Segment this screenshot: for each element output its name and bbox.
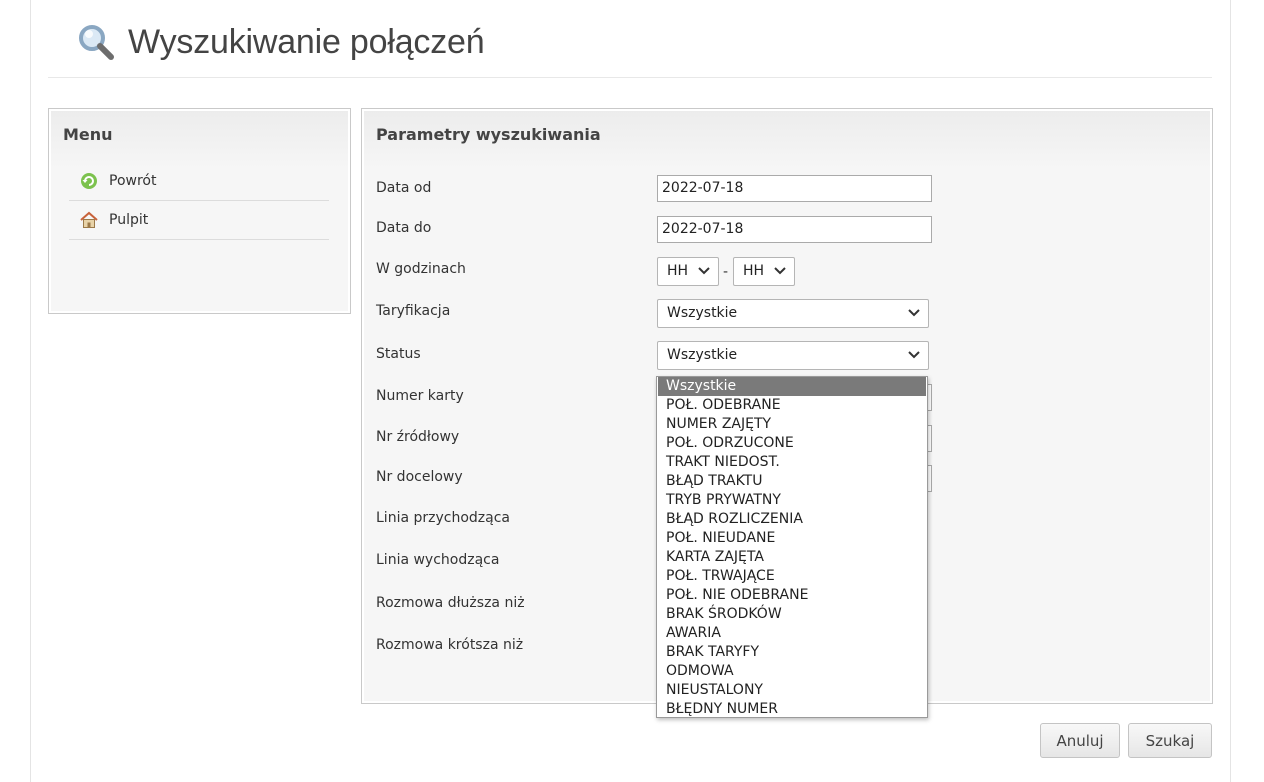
label-date-to: Data do: [376, 220, 432, 236]
label-tariff: Taryfikacja: [376, 303, 451, 319]
menu-title: Menu: [63, 125, 113, 144]
menu-panel: Menu Powrót Pulpit: [48, 108, 351, 314]
chevron-down-icon: [908, 351, 920, 359]
dropdown-option[interactable]: BŁĘDNY NUMER: [657, 700, 927, 719]
status-dropdown-list[interactable]: Wszystkie POŁ. ODEBRANE NUMER ZAJĘTY POŁ. O…: [656, 376, 928, 718]
page-container: Wyszukiwanie połączeń Menu Powrót Pulpit…: [30, 0, 1231, 782]
label-longer-than: Rozmowa dłuższa niż: [376, 595, 525, 611]
chevron-down-icon: [774, 267, 786, 275]
dropdown-option[interactable]: NIEUSTALONY: [657, 681, 927, 700]
back-arrow-icon: [81, 173, 97, 189]
menu-item-pulpit[interactable]: Pulpit: [69, 201, 329, 240]
params-title: Parametry wyszukiwania: [376, 125, 601, 144]
menu-item-label: Pulpit: [109, 212, 149, 228]
hour-from-value: HH: [667, 263, 689, 279]
label-source-number: Nr źródłowy: [376, 429, 460, 445]
menu-item-label: Powrót: [109, 173, 157, 189]
dropdown-option[interactable]: POŁ. TRWAJĄCE: [657, 567, 927, 586]
date-to-input[interactable]: 2022-07-18: [657, 216, 932, 243]
date-from-input[interactable]: 2022-07-18: [657, 175, 932, 202]
label-outgoing-line: Linia wychodząca: [376, 552, 500, 568]
tariff-value: Wszystkie: [667, 305, 738, 321]
magnifier-icon: [79, 25, 114, 60]
label-incoming-line: Linia przychodząca: [376, 510, 510, 526]
dropdown-option[interactable]: POŁ. ODEBRANE: [657, 396, 927, 415]
page-header: Wyszukiwanie połączeń: [76, 18, 485, 66]
dropdown-option[interactable]: BŁĄD TRAKTU: [657, 472, 927, 491]
dropdown-option[interactable]: NUMER ZAJĘTY: [657, 415, 927, 434]
label-shorter-than: Rozmowa krótsza niż: [376, 637, 524, 653]
dropdown-option[interactable]: POŁ. NIE ODEBRANE: [657, 586, 927, 605]
status-value: Wszystkie: [667, 347, 738, 363]
dropdown-option[interactable]: KARTA ZAJĘTA: [657, 548, 927, 567]
cancel-button[interactable]: Anuluj: [1040, 723, 1120, 758]
label-date-from: Data od: [376, 180, 432, 196]
dropdown-option[interactable]: BŁĄD ROZLICZENIA: [657, 510, 927, 529]
header-divider: [48, 77, 1212, 78]
label-status: Status: [376, 346, 421, 362]
chevron-down-icon: [908, 309, 920, 317]
hour-separator: -: [723, 264, 729, 280]
dropdown-option[interactable]: POŁ. NIEUDANE: [657, 529, 927, 548]
dropdown-option[interactable]: BRAK ŚRODKÓW: [657, 605, 927, 624]
dropdown-option[interactable]: POŁ. ODRZUCONE: [657, 434, 927, 453]
hour-to-select[interactable]: HH: [733, 257, 795, 286]
home-icon: [80, 211, 98, 228]
dropdown-option[interactable]: BRAK TARYFY: [657, 643, 927, 662]
dropdown-option[interactable]: TRAKT NIEDOST.: [657, 453, 927, 472]
dropdown-option[interactable]: ODMOWA: [657, 662, 927, 681]
hour-from-select[interactable]: HH: [657, 257, 719, 286]
page-title: Wyszukiwanie połączeń: [128, 22, 485, 61]
dropdown-option-selected[interactable]: Wszystkie: [658, 377, 926, 396]
search-button[interactable]: Szukaj: [1128, 723, 1212, 758]
label-target-number: Nr docelowy: [376, 469, 463, 485]
label-card-number: Numer karty: [376, 388, 464, 404]
menu-item-powrot[interactable]: Powrót: [69, 162, 329, 201]
tariff-select[interactable]: Wszystkie: [657, 299, 929, 328]
hour-to-value: HH: [743, 263, 765, 279]
chevron-down-icon: [698, 267, 710, 275]
dropdown-option[interactable]: AWARIA: [657, 624, 927, 643]
status-select[interactable]: Wszystkie: [657, 341, 929, 370]
dropdown-option[interactable]: TRYB PRYWATNY: [657, 491, 927, 510]
label-hours: W godzinach: [376, 261, 466, 277]
